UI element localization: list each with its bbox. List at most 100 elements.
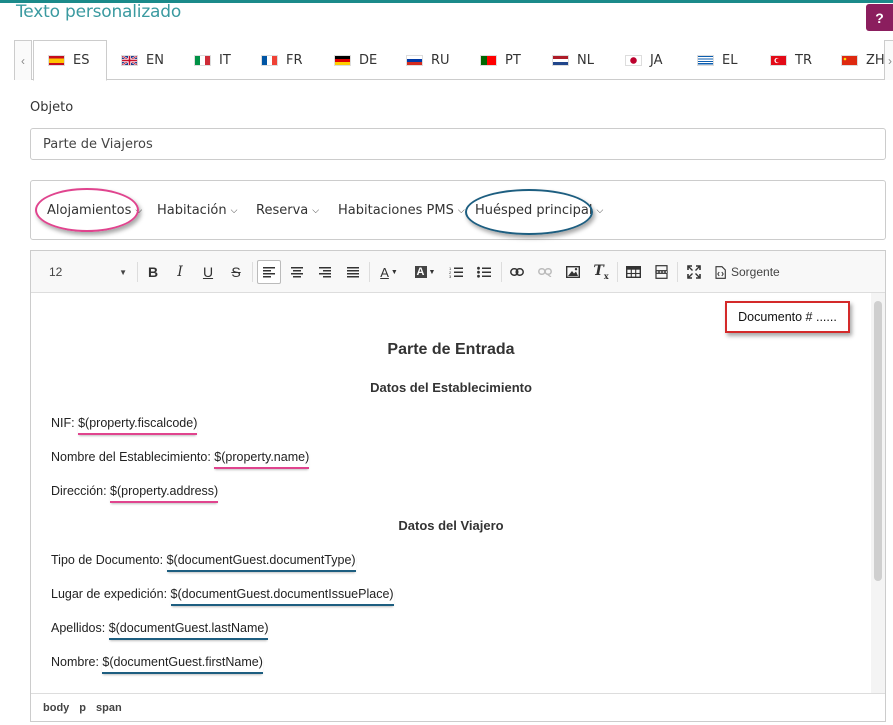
tab-fr[interactable]: FR [247,40,303,80]
toolbar-separator [252,262,253,282]
menu-habitaciones-pms[interactable]: Habitaciones PMS ⌵ [338,203,465,218]
chevron-down-icon: ⌵ [312,205,320,216]
link-button[interactable] [505,260,529,284]
content-row: Lugar de expedición: $(documentGuest.doc… [51,587,394,606]
rich-text-editor: 12 ▼ B I U S A ▼ A ▼ 123 Tx Sorgente Doc… [30,250,886,722]
bold-button[interactable]: B [141,260,165,284]
font-size-select[interactable]: 12 ▼ [41,262,131,282]
menu-habitacion[interactable]: Habitación ⌵ [157,203,237,218]
placeholder-variable: $(property.name) [214,450,310,469]
chevron-down-icon: ⌵ [230,205,238,216]
editor-scrollbar[interactable] [871,293,885,693]
background-color-button[interactable]: A ▼ [409,260,441,284]
path-body[interactable]: body [43,702,69,714]
justify-button[interactable] [341,260,365,284]
clear-format-button[interactable]: Tx [589,260,613,284]
underline-button[interactable]: U [196,260,220,284]
placeholder-variable: $(documentGuest.documentIssuePlace) [170,587,394,606]
fullscreen-icon [687,265,701,279]
tab-nl[interactable]: NL [538,40,594,80]
tabs-prev-arrow[interactable]: ‹ [14,40,32,80]
align-left-icon [263,266,275,277]
tab-it[interactable]: IT [180,40,231,80]
page-break-button[interactable] [649,260,673,284]
unlink-button[interactable] [533,260,557,284]
numbered-list-icon: 123 [449,266,463,278]
content-row: Dirección: $(property.address) [51,484,219,503]
tab-ru[interactable]: RU [392,40,450,80]
align-right-button[interactable] [313,260,337,284]
section-heading-traveler: Datos del Viajero [398,518,504,533]
align-right-icon [319,266,331,277]
placeholder-variable: $(property.address) [110,484,219,503]
placeholder-variable: $(documentGuest.lastName) [108,621,269,640]
justify-icon [347,266,359,277]
tab-zh[interactable]: ZH [827,40,885,80]
bulleted-list-icon [477,266,491,278]
image-button[interactable] [561,260,585,284]
svg-text:3: 3 [449,274,452,278]
tab-de[interactable]: DE [320,40,377,80]
menu-alojamientos[interactable]: Alojamientos ⌵ [47,203,142,218]
document-title: Parte de Entrada [387,341,515,358]
uk-flag-icon [121,54,138,66]
menu-reserva[interactable]: Reserva ⌵ [256,203,319,218]
editor-toolbar: 12 ▼ B I U S A ▼ A ▼ 123 Tx Sorgente [31,251,885,293]
tab-es[interactable]: ES [33,40,107,81]
table-button[interactable] [621,260,645,284]
underline-icon: U [202,264,214,280]
fullscreen-button[interactable] [682,260,706,284]
tab-ja[interactable]: JA [611,40,663,80]
align-left-button[interactable] [257,260,281,284]
italy-flag-icon [194,54,211,66]
placeholder-variable: $(property.fiscalcode) [78,416,198,435]
russia-flag-icon [406,54,423,66]
clear-format-icon: Tx [593,263,609,281]
source-button[interactable]: Sorgente [715,260,780,284]
content-row: NIF: $(property.fiscalcode) [51,416,198,435]
toolbar-separator [501,262,502,282]
editor-content[interactable]: Documento # ...... Parte de Entrada Dato… [31,293,871,693]
element-path-bar: body p span [31,693,885,721]
menu-huesped-principal[interactable]: Huésped principal ⌵ [475,203,603,218]
subject-input[interactable]: Parte de Viajeros [30,128,886,160]
italic-button[interactable]: I [168,260,192,284]
align-center-button[interactable] [285,260,309,284]
content-row: Nombre: $(documentGuest.firstName) [51,655,263,674]
tab-tr[interactable]: TR [756,40,812,80]
text-color-button[interactable]: A ▼ [373,260,405,284]
tab-el[interactable]: EL [683,40,737,80]
tab-pt[interactable]: PT [466,40,521,80]
strikethrough-icon: S [231,264,241,280]
caret-down-icon: ▼ [428,268,436,276]
tab-en[interactable]: EN [107,40,164,80]
align-center-icon [291,266,303,277]
text-color-icon: A [380,264,389,280]
toolbar-separator [617,262,618,282]
germany-flag-icon [334,54,351,66]
chevron-down-icon: ⌵ [457,205,465,216]
caret-down-icon: ▼ [119,267,127,277]
placeholder-menu-bar: Alojamientos ⌵ Habitación ⌵ Reserva ⌵ Habit… [30,180,886,240]
strikethrough-button[interactable]: S [224,260,248,284]
tabs-next-arrow[interactable]: › [884,40,893,80]
bulleted-list-button[interactable] [472,260,496,284]
path-p[interactable]: p [79,702,86,714]
spain-flag-icon [48,55,65,66]
unlink-icon [538,268,552,277]
language-tabs: ‹ ES EN IT FR DE RU PT NL JA EL TR ZH › [14,40,893,81]
page-title: Texto personalizado [16,2,182,22]
path-span[interactable]: span [96,702,122,714]
china-flag-icon [841,54,858,66]
page-break-icon [654,265,668,279]
numbered-list-button[interactable]: 123 [444,260,468,284]
toolbar-separator [677,262,678,282]
turkey-flag-icon [770,54,787,66]
chevron-down-icon: ⌵ [135,205,143,216]
document-number-box: Documento # ...... [725,301,850,333]
scrollbar-thumb[interactable] [874,301,882,581]
help-button[interactable]: ? [866,4,893,31]
content-row: Apellidos: $(documentGuest.lastName) [51,621,269,640]
france-flag-icon [261,54,278,66]
netherlands-flag-icon [552,54,569,66]
